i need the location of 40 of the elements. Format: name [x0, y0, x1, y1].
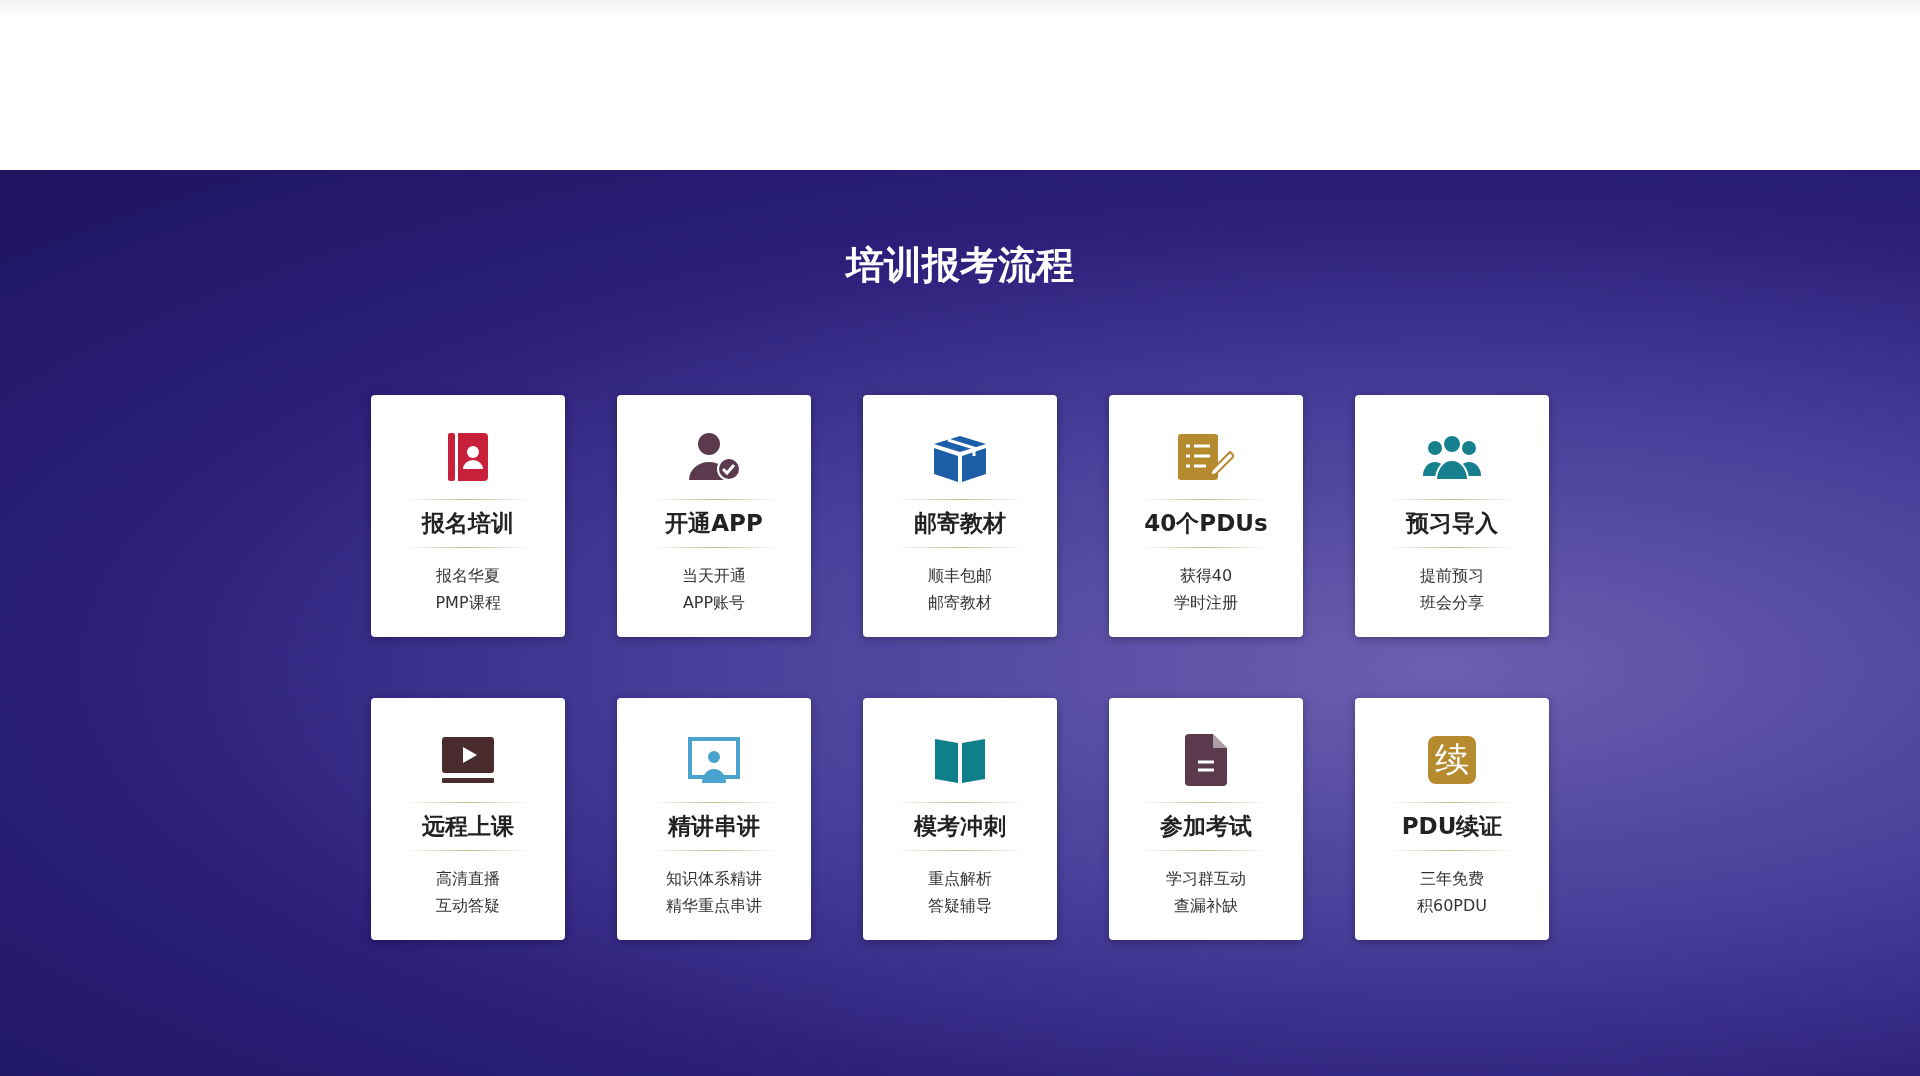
step-description: 答疑辅导	[928, 895, 992, 917]
document-icon	[1185, 734, 1227, 786]
step-description: 积60PDU	[1416, 895, 1487, 917]
group-icon	[1423, 434, 1481, 480]
step-description: 顺丰包邮	[928, 565, 992, 587]
step-description: 查漏补缺	[1173, 895, 1239, 917]
step-description: 当天开通	[682, 565, 746, 587]
checklist-icon	[1178, 432, 1234, 482]
step-description: 邮寄教材	[928, 592, 992, 614]
step-description: 学时注册	[1174, 592, 1238, 614]
step-description: PMP课程	[435, 592, 501, 614]
presenter-screen-icon	[688, 737, 740, 783]
step-title: 报名培训	[422, 509, 514, 538]
step-description: 报名华夏	[435, 565, 501, 587]
step-title: 40个PDUs	[1144, 509, 1268, 538]
step-description: 班会分享	[1420, 592, 1484, 614]
step-description: 提前预习	[1420, 565, 1484, 587]
step-description: 学习群互动	[1166, 868, 1246, 890]
step-description: 互动答疑	[436, 895, 500, 917]
step-title: 参加考试	[1160, 812, 1252, 841]
step-description: 三年免费	[1419, 868, 1485, 890]
step-title: 预习导入	[1406, 509, 1498, 538]
step-title: 邮寄教材	[914, 509, 1006, 538]
contact-card-icon	[448, 433, 488, 481]
step-title: 开通APP	[665, 509, 763, 538]
step-description: 获得40	[1178, 565, 1234, 587]
user-check-icon	[687, 432, 741, 482]
section-title: 培训报考流程	[846, 242, 1074, 289]
step-description: 高清直播	[436, 868, 500, 890]
step-description: 知识体系精讲	[666, 868, 762, 890]
step-description: 重点解析	[928, 868, 992, 890]
step-title: 远程上课	[422, 812, 514, 841]
step-title: PDU续证	[1401, 812, 1503, 841]
open-book-icon	[935, 737, 985, 783]
step-description: 精华重点串讲	[666, 895, 762, 917]
step-title: 精讲串讲	[668, 812, 760, 841]
step-description: APP账号	[682, 592, 746, 614]
step-title: 模考冲刺	[914, 812, 1006, 841]
badge-icon: 续	[1428, 736, 1476, 784]
video-player-icon	[442, 737, 494, 783]
